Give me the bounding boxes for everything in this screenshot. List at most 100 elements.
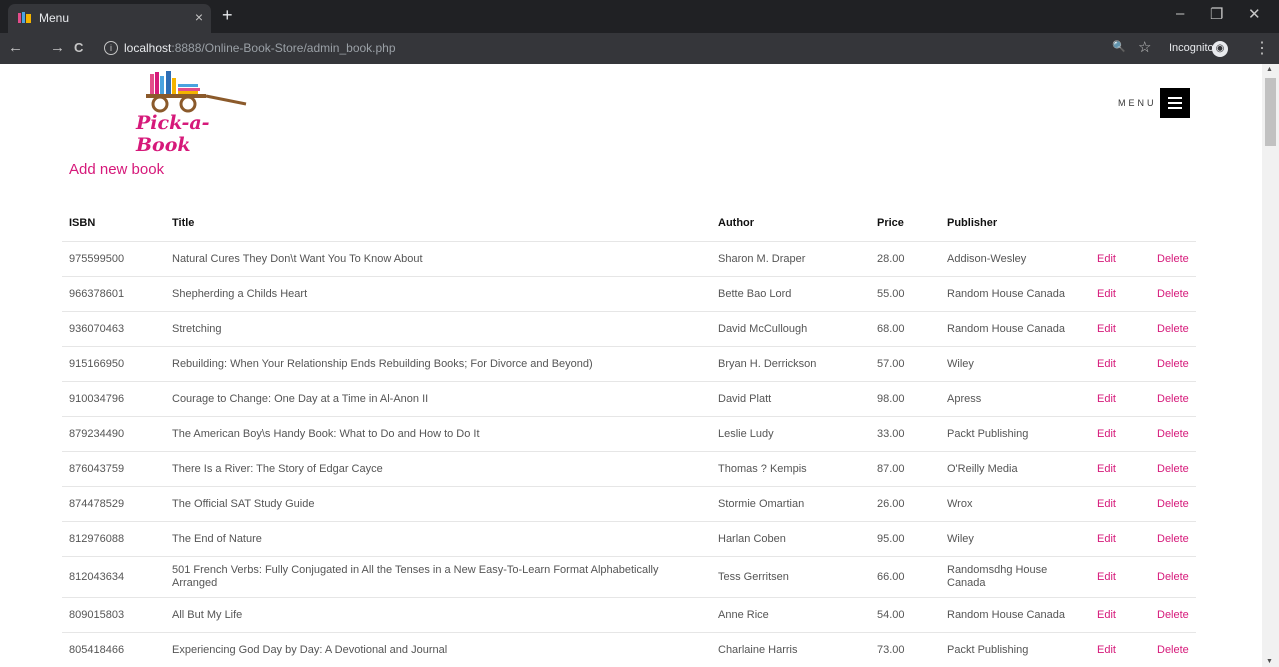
delete-link[interactable]: Delete [1157,533,1189,545]
table-row: 812976088 The End of Nature Harlan Coben… [62,521,1196,557]
delete-link[interactable]: Delete [1157,358,1189,370]
cell-author: Anne Rice [711,597,870,633]
cell-title: Rebuilding: When Your Relationship Ends … [165,346,711,382]
edit-link[interactable]: Edit [1097,644,1116,656]
edit-link[interactable]: Edit [1097,393,1116,405]
cell-price: 98.00 [870,381,940,417]
logo-brand-text: Pick-a-Book [136,112,210,156]
delete-link[interactable]: Delete [1157,428,1189,440]
minimize-icon[interactable]: – [1176,5,1184,22]
cell-edit: Edit [1090,381,1150,417]
edit-link[interactable]: Edit [1097,358,1116,370]
cell-isbn: 805418466 [62,632,165,667]
book-favicon-icon [18,12,31,23]
edit-link[interactable]: Edit [1097,609,1116,621]
cell-title: Experiencing God Day by Day: A Devotiona… [165,632,711,667]
cell-title: There Is a River: The Story of Edgar Cay… [165,451,711,487]
edit-link[interactable]: Edit [1097,428,1116,440]
browser-menu-icon[interactable]: ⋮ [1254,38,1270,58]
cell-title: Stretching [165,311,711,347]
cell-publisher: Wiley [940,521,1090,557]
cell-edit: Edit [1090,346,1150,382]
cell-author: Sharon M. Draper [711,241,870,277]
table-row: 915166950 Rebuilding: When Your Relation… [62,346,1196,382]
cell-delete: Delete [1150,451,1196,487]
cell-edit: Edit [1090,486,1150,522]
delete-link[interactable]: Delete [1157,498,1189,510]
cell-edit: Edit [1090,241,1150,277]
cell-title: The End of Nature [165,521,711,557]
window-close-icon[interactable]: ✕ [1248,5,1261,23]
edit-link[interactable]: Edit [1097,571,1116,583]
tab-close-icon[interactable]: × [195,9,203,25]
edit-link[interactable]: Edit [1097,323,1116,335]
cell-title: The American Boy\s Handy Book: What to D… [165,416,711,452]
delete-link[interactable]: Delete [1157,644,1189,656]
scrollbar-thumb[interactable] [1265,78,1276,146]
delete-link[interactable]: Delete [1157,609,1189,621]
menu-label[interactable]: MENU [1118,98,1157,108]
cell-edit: Edit [1090,521,1150,557]
cell-delete: Delete [1150,556,1196,598]
edit-link[interactable]: Edit [1097,533,1116,545]
cell-author: Stormie Omartian [711,486,870,522]
edit-link[interactable]: Edit [1097,288,1116,300]
page-scrollbar[interactable]: ▲ ▼ [1262,64,1279,667]
cell-delete: Delete [1150,381,1196,417]
cell-delete: Delete [1150,416,1196,452]
cell-title: All But My Life [165,597,711,633]
forward-icon[interactable]: → [50,39,65,56]
cell-price: 68.00 [870,311,940,347]
browser-tab[interactable]: Menu × [8,4,211,33]
delete-link[interactable]: Delete [1157,393,1189,405]
scroll-up-icon[interactable]: ▲ [1266,66,1273,73]
cell-author: David Platt [711,381,870,417]
address-toolbar: ← → C i localhost:8888/Online-Book-Store… [0,33,1279,64]
table-row: 809015803 All But My Life Anne Rice 54.0… [62,597,1196,633]
cell-author: Bryan H. Derrickson [711,346,870,382]
site-info-icon[interactable]: i [104,41,118,55]
site-logo[interactable]: Pick-a-Book [136,70,262,156]
cell-publisher: Apress [940,381,1090,417]
cell-price: 33.00 [870,416,940,452]
cell-publisher: Random House Canada [940,276,1090,312]
browser-tab-strip: Menu × + – ❐ ✕ [0,0,1279,33]
column-header-publisher: Publisher [947,217,998,229]
cell-publisher: Random House Canada [940,597,1090,633]
omnibox[interactable]: i localhost:8888/Online-Book-Store/admin… [100,38,1140,59]
scroll-down-icon[interactable]: ▼ [1266,658,1273,665]
edit-link[interactable]: Edit [1097,463,1116,475]
delete-link[interactable]: Delete [1157,253,1189,265]
edit-link[interactable]: Edit [1097,253,1116,265]
table-row: 910034796 Courage to Change: One Day at … [62,381,1196,417]
reload-icon[interactable]: C [74,40,83,55]
delete-link[interactable]: Delete [1157,288,1189,300]
column-header-price: Price [877,217,904,229]
back-icon[interactable]: ← [8,39,23,56]
delete-link[interactable]: Delete [1157,463,1189,475]
cell-isbn: 812043634 [62,556,165,598]
delete-link[interactable]: Delete [1157,571,1189,583]
add-new-book-link[interactable]: Add new book [69,161,164,178]
new-tab-icon[interactable]: + [222,5,233,26]
cell-title: Courage to Change: One Day at a Time in … [165,381,711,417]
zoom-icon[interactable]: 🔍 [1112,40,1126,53]
hamburger-menu-icon[interactable] [1160,88,1190,118]
incognito-label: Incognito [1169,42,1214,54]
cell-delete: Delete [1150,276,1196,312]
cell-title: 501 French Verbs: Fully Conjugated in Al… [165,556,711,598]
url-host: localhost [124,41,172,55]
cell-price: 73.00 [870,632,940,667]
column-header-isbn: ISBN [69,217,96,229]
cell-edit: Edit [1090,597,1150,633]
restore-icon[interactable]: ❐ [1210,5,1223,23]
bookmark-star-icon[interactable]: ☆ [1138,38,1151,56]
delete-link[interactable]: Delete [1157,323,1189,335]
cell-publisher: Wrox [940,486,1090,522]
edit-link[interactable]: Edit [1097,498,1116,510]
cell-publisher: Wiley [940,346,1090,382]
cell-author: Harlan Coben [711,521,870,557]
cell-price: 66.00 [870,556,940,598]
cell-delete: Delete [1150,632,1196,667]
cell-isbn: 812976088 [62,521,165,557]
